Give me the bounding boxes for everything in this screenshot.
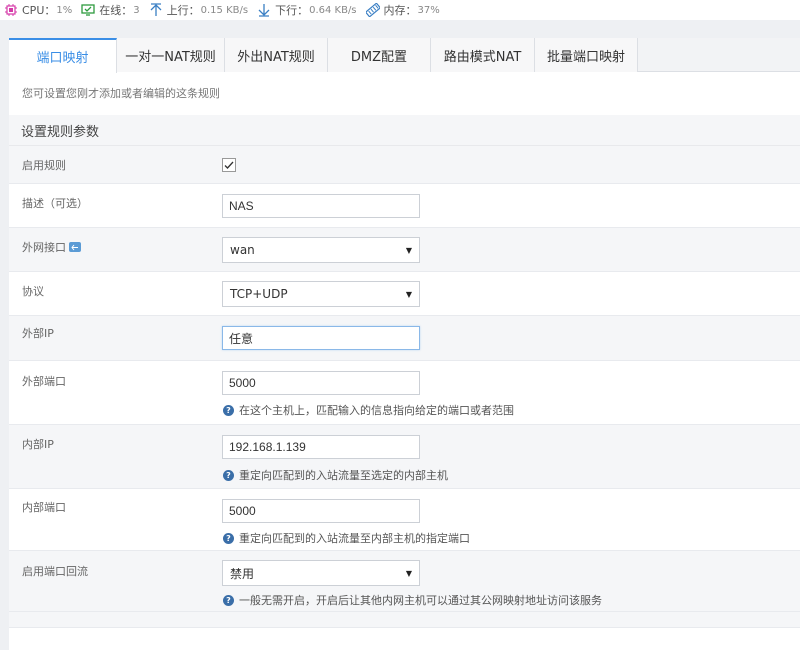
row-wan-interface: 外网接口 wan ▼ bbox=[9, 228, 800, 272]
wan-interface-value: wan bbox=[230, 243, 255, 257]
online-status: 在线： 3 bbox=[81, 2, 140, 18]
port-loopback-label: 启用端口回流 bbox=[22, 565, 88, 578]
question-circle-icon: ? bbox=[223, 404, 234, 416]
external-port-input[interactable]: 5000 bbox=[222, 371, 420, 395]
cpu-label: CPU： bbox=[22, 4, 56, 17]
internal-port-input[interactable]: 5000 bbox=[222, 499, 420, 523]
port-mapping-panel: 端口映射 一对一NAT规则 外出NAT规则 DMZ配置 路由模式NAT 批量端口… bbox=[9, 38, 800, 650]
tab-routing-nat[interactable]: 路由模式NAT bbox=[431, 38, 535, 72]
port-loopback-help-text: 一般无需开启，开启后让其他内网主机可以通过其公网映射地址访问该服务 bbox=[239, 594, 602, 607]
question-circle-icon: ? bbox=[223, 594, 234, 606]
tab-port-mapping[interactable]: 端口映射 bbox=[9, 38, 117, 73]
wan-interface-label: 外网接口 bbox=[22, 239, 81, 255]
wan-interface-select[interactable]: wan ▼ bbox=[222, 237, 420, 263]
row-internal-port: 内部端口 5000 ? 重定向匹配到的入站流量至内部主机的指定端口 bbox=[9, 489, 800, 551]
row-protocol: 协议 TCP+UDP ▼ bbox=[9, 272, 800, 316]
return-arrow-icon[interactable] bbox=[69, 242, 81, 252]
row-port-loopback: 启用端口回流 禁用 ▼ ? 一般无需开启，开启后让其他内网主机可以通过其公网映射… bbox=[9, 551, 800, 612]
memory-stick-icon bbox=[365, 3, 380, 17]
row-external-port: 外部端口 5000 ? 在这个主机上，匹配输入的信息指向给定的端口或者范围 bbox=[9, 361, 800, 425]
cpu-value: 1% bbox=[56, 4, 73, 16]
form-footer-band bbox=[9, 612, 800, 628]
tab-one-to-one-nat[interactable]: 一对一NAT规则 bbox=[117, 38, 225, 72]
caret-down-icon: ▼ bbox=[405, 568, 412, 578]
memory-label: 内存： bbox=[383, 4, 417, 17]
protocol-value: TCP+UDP bbox=[230, 287, 288, 301]
caret-down-icon: ▼ bbox=[405, 289, 412, 299]
upload-label: 上行： bbox=[166, 4, 200, 17]
row-internal-ip: 内部IP 192.168.1.139 ? 重定向匹配到的入站流量至选定的内部主机 bbox=[9, 425, 800, 489]
upload-value: 0.15 KB/s bbox=[200, 4, 249, 16]
external-ip-input[interactable]: 任意 bbox=[222, 326, 420, 350]
status-bar: CPU： 1% 在线： 3 上行： 0.15 KB/s 下行： 0.64 KB/… bbox=[0, 0, 800, 20]
internal-ip-label: 内部IP bbox=[22, 438, 54, 451]
internal-ip-help: ? 重定向匹配到的入站流量至选定的内部主机 bbox=[223, 467, 448, 483]
caret-down-icon: ▼ bbox=[405, 245, 412, 255]
external-port-label: 外部端口 bbox=[22, 375, 66, 388]
download-value: 0.64 KB/s bbox=[309, 4, 357, 16]
internal-ip-input[interactable]: 192.168.1.139 bbox=[222, 435, 420, 459]
internal-ip-help-text: 重定向匹配到的入站流量至选定的内部主机 bbox=[239, 469, 448, 482]
internal-port-help-text: 重定向匹配到的入站流量至内部主机的指定端口 bbox=[239, 532, 470, 545]
tab-batch-port-mapping[interactable]: 批量端口映射 bbox=[535, 38, 638, 72]
upload-status: 上行： 0.15 KB/s bbox=[149, 2, 248, 18]
internal-port-help: ? 重定向匹配到的入站流量至内部主机的指定端口 bbox=[223, 530, 470, 546]
enable-rule-label: 启用规则 bbox=[22, 159, 66, 172]
question-circle-icon: ? bbox=[223, 532, 234, 544]
download-status: 下行： 0.64 KB/s bbox=[257, 2, 357, 18]
port-loopback-help: ? 一般无需开启，开启后让其他内网主机可以通过其公网映射地址访问该服务 bbox=[223, 592, 602, 608]
description-input[interactable]: NAS bbox=[222, 194, 420, 218]
tab-bar: 端口映射 一对一NAT规则 外出NAT规则 DMZ配置 路由模式NAT 批量端口… bbox=[9, 38, 800, 73]
protocol-select[interactable]: TCP+UDP ▼ bbox=[222, 281, 420, 307]
wan-interface-label-text: 外网接口 bbox=[22, 241, 66, 254]
page-description: 您可设置您刚才添加或者编辑的这条规则 bbox=[22, 87, 220, 100]
external-port-help: ? 在这个主机上，匹配输入的信息指向给定的端口或者范围 bbox=[223, 402, 514, 418]
external-ip-label: 外部IP bbox=[22, 327, 54, 340]
cpu-status: CPU： 1% bbox=[4, 2, 72, 18]
spacer-band bbox=[0, 20, 800, 38]
online-value: 3 bbox=[133, 4, 140, 16]
port-loopback-value: 禁用 bbox=[230, 566, 255, 581]
arrow-down-icon bbox=[257, 3, 271, 17]
port-loopback-select[interactable]: 禁用 ▼ bbox=[222, 560, 420, 586]
section-title: 设置规则参数 bbox=[9, 115, 800, 146]
row-external-ip: 外部IP 任意 bbox=[9, 316, 800, 361]
download-label: 下行： bbox=[275, 4, 309, 17]
checkmark-icon bbox=[222, 158, 236, 172]
row-enable-rule: 启用规则 bbox=[9, 146, 800, 184]
cpu-chip-icon bbox=[4, 3, 18, 17]
internal-port-label: 内部端口 bbox=[22, 501, 66, 514]
online-label: 在线： bbox=[99, 4, 133, 17]
question-circle-icon: ? bbox=[223, 469, 234, 481]
tab-outbound-nat[interactable]: 外出NAT规则 bbox=[225, 38, 328, 72]
protocol-label: 协议 bbox=[22, 285, 44, 298]
description-label: 描述（可选） bbox=[22, 197, 88, 210]
memory-value: 37% bbox=[417, 4, 440, 16]
tab-dmz[interactable]: DMZ配置 bbox=[328, 38, 431, 72]
external-port-help-text: 在这个主机上，匹配输入的信息指向给定的端口或者范围 bbox=[239, 404, 514, 417]
monitor-check-icon bbox=[81, 3, 95, 17]
arrow-up-icon bbox=[149, 3, 163, 17]
enable-rule-checkbox[interactable] bbox=[222, 158, 236, 172]
row-description: 描述（可选） NAS bbox=[9, 184, 800, 228]
memory-status: 内存： 37% bbox=[365, 2, 440, 18]
